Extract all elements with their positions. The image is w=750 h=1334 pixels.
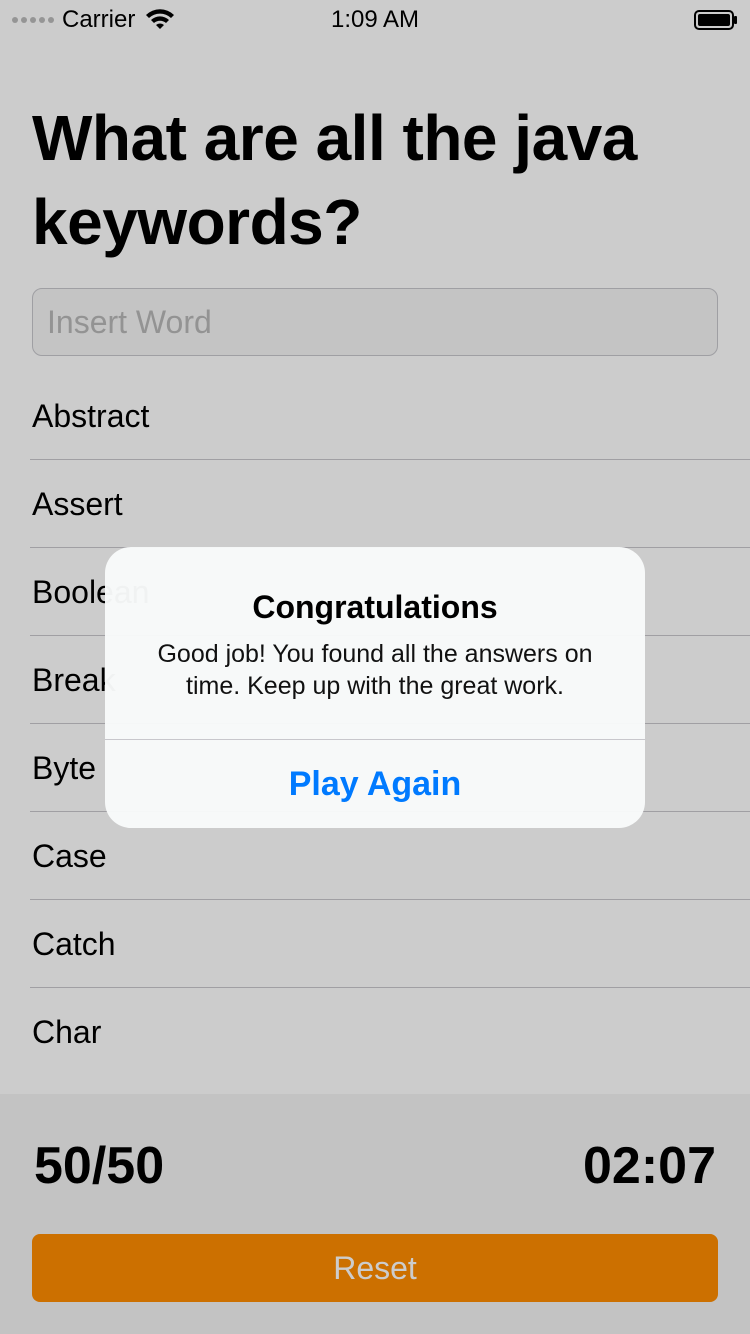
- alert-title: Congratulations: [252, 589, 498, 625]
- alert-message: Good job! You found all the answers on t…: [157, 640, 593, 700]
- congratulations-alert: Congratulations Good job! You found all …: [105, 547, 645, 828]
- play-again-button[interactable]: Play Again: [105, 740, 645, 828]
